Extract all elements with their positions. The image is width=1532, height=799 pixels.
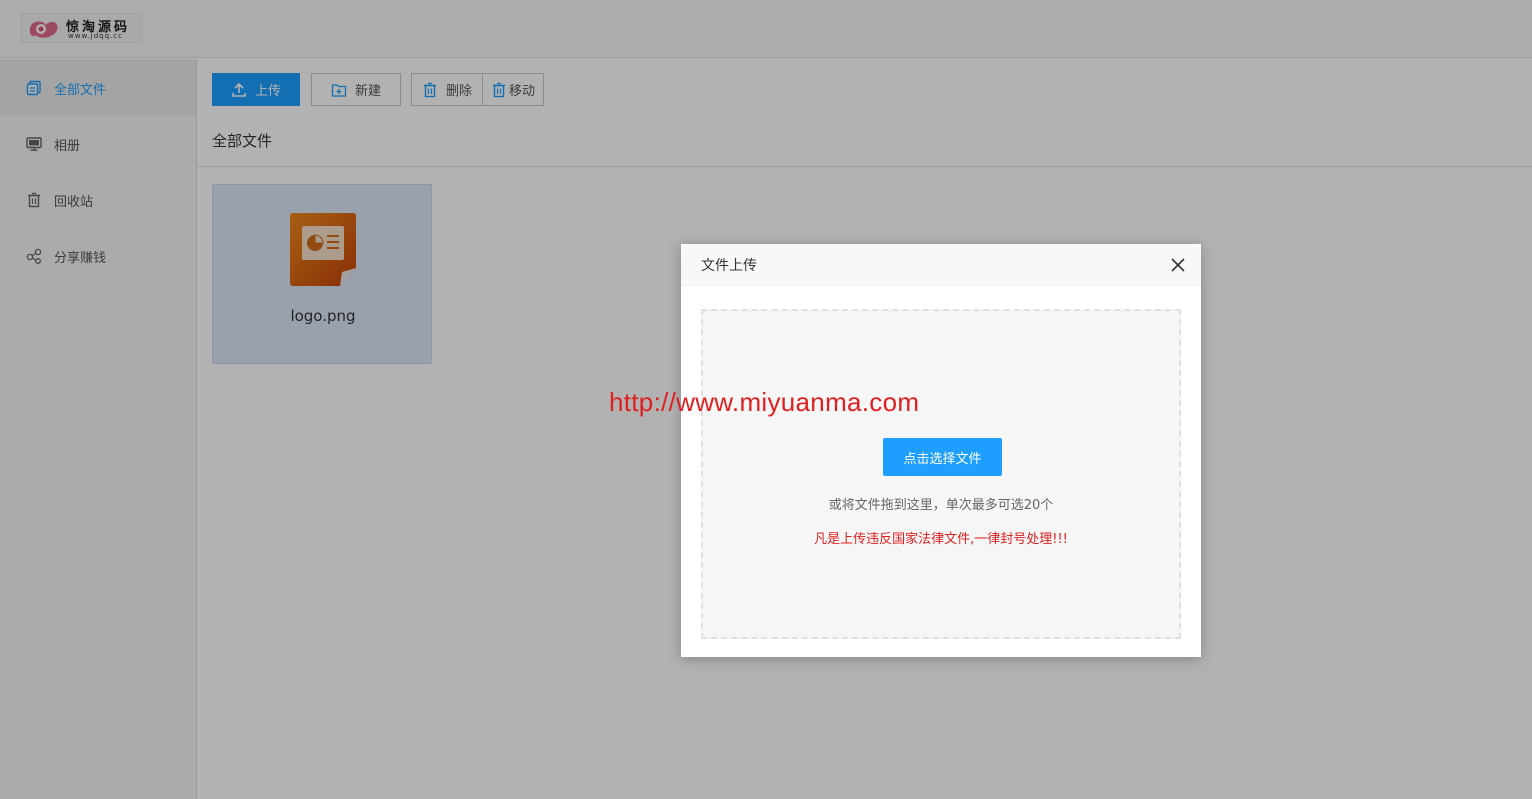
upload-warning: 凡是上传违反国家法律文件,一律封号处理!!! (814, 532, 1068, 547)
select-file-button[interactable]: 点击选择文件 (883, 438, 1002, 476)
drop-hint: 或将文件拖到这里，单次最多可选20个 (828, 498, 1054, 513)
close-icon[interactable] (1171, 258, 1185, 272)
file-drop-zone[interactable]: 点击选择文件 或将文件拖到这里，单次最多可选20个 凡是上传违反国家法律文件,一… (701, 309, 1181, 639)
dialog-header: 文件上传 (681, 244, 1201, 286)
watermark-url: http://www.miyuanma.com (609, 387, 920, 417)
dialog-title: 文件上传 (701, 257, 757, 274)
upload-dialog: 文件上传 点击选择文件 或将文件拖到这里，单次最多可选20个 凡是上传违反国家法… (681, 244, 1201, 657)
